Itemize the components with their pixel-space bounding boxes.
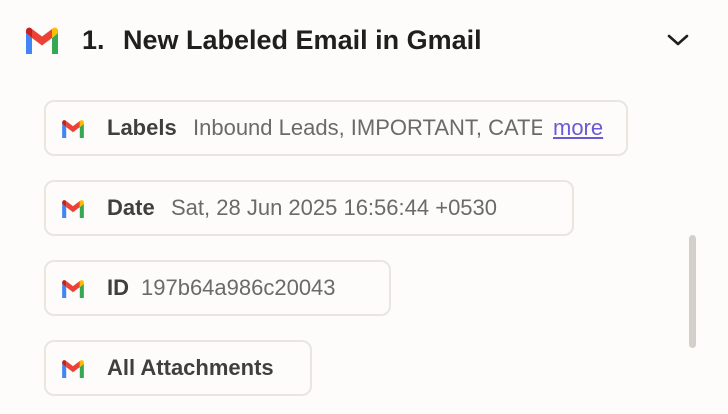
field-pill-id[interactable]: ID 197b64a986c20043 bbox=[44, 260, 391, 316]
scrollbar-thumb[interactable] bbox=[689, 235, 696, 348]
field-key: ID bbox=[107, 275, 129, 300]
gmail-icon bbox=[62, 360, 84, 378]
field-key: All Attachments bbox=[107, 355, 274, 380]
gmail-logo-icon bbox=[26, 27, 58, 54]
field-key: Labels bbox=[107, 115, 177, 140]
step-number: 1. bbox=[82, 25, 105, 55]
field-value: 197b64a986c20043 bbox=[141, 275, 336, 300]
gmail-icon bbox=[62, 120, 84, 138]
page: 1. New Labeled Email in Gmail Labels Inb… bbox=[0, 0, 728, 414]
step-title: New Labeled Email in Gmail bbox=[123, 25, 482, 55]
field-pill-date[interactable]: Date Sat, 28 Jun 2025 16:56:44 +0530 bbox=[44, 180, 574, 236]
field-pill-labels[interactable]: Labels Inbound Leads, IMPORTANT, CATEGOR… bbox=[44, 100, 628, 156]
step-header[interactable]: 1. New Labeled Email in Gmail bbox=[0, 0, 728, 80]
field-value: Inbound Leads, IMPORTANT, CATEGORY_PERSO… bbox=[193, 115, 542, 140]
chevron-down-icon[interactable] bbox=[664, 26, 692, 54]
field-pill-all-attachments[interactable]: All Attachments bbox=[44, 340, 312, 396]
field-key: Date bbox=[107, 195, 155, 220]
more-link[interactable]: more bbox=[553, 102, 603, 154]
gmail-icon bbox=[62, 280, 84, 298]
gmail-icon bbox=[62, 200, 84, 218]
field-value: Sat, 28 Jun 2025 16:56:44 +0530 bbox=[171, 195, 498, 220]
